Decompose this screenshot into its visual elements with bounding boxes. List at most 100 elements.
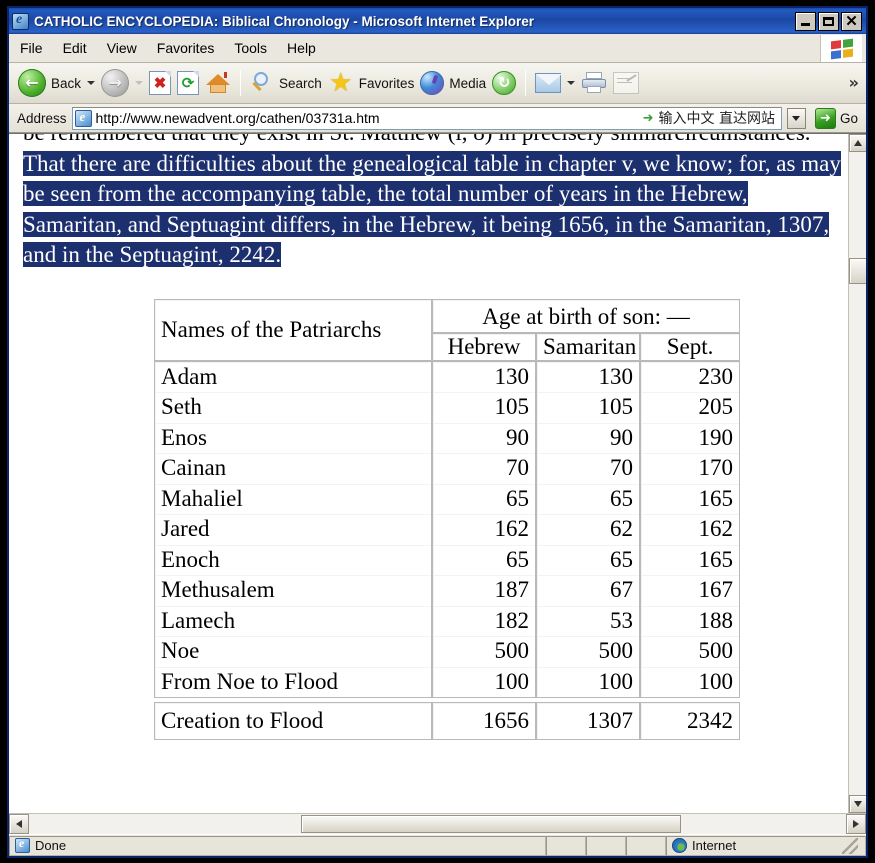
horizontal-scrollbar[interactable]	[9, 813, 866, 834]
media-icon	[420, 71, 445, 95]
cell-sept: 165	[640, 483, 741, 514]
favorites-star-icon: ★	[329, 67, 353, 97]
cell-name: From Noe to Flood	[154, 666, 432, 698]
address-input[interactable]: http://www.newadvent.org/cathen/03731a.h…	[71, 106, 782, 130]
menu-item-edit[interactable]: Edit	[54, 37, 96, 59]
maximize-button[interactable]	[818, 11, 839, 31]
navigation-toolbar: ← Back → ✖ ⟳ Search ★ Favorites Media ↻ …	[9, 63, 866, 104]
cell-hebrew: 65	[432, 544, 536, 575]
chinese-hint-text: 输入中文 直达网站	[658, 111, 775, 127]
address-url-text: http://www.newadvent.org/cathen/03731a.h…	[95, 110, 380, 126]
cell-hebrew: 90	[432, 422, 536, 453]
back-button[interactable]: ← Back	[15, 69, 84, 97]
edit-button[interactable]	[610, 72, 642, 94]
home-button[interactable]	[202, 71, 234, 95]
history-button[interactable]	[489, 71, 519, 95]
cell-sept: 167	[640, 575, 741, 606]
cell-samaritan: 130	[536, 360, 640, 392]
table-header-row-group: Names of the Patriarchs Age at birth of …	[154, 298, 741, 361]
scroll-left-button[interactable]	[9, 814, 29, 834]
triangle-up-icon	[854, 140, 862, 146]
go-button[interactable]: ➜ Go	[811, 107, 862, 129]
go-button-label: Go	[839, 110, 858, 126]
mail-button[interactable]	[532, 73, 564, 93]
header-samaritan: Samaritan	[536, 332, 640, 361]
minimize-button[interactable]	[795, 11, 816, 31]
search-icon	[250, 71, 274, 95]
cell-sept: 165	[640, 544, 741, 575]
scroll-up-button[interactable]	[849, 134, 866, 152]
back-arrow-icon: ←	[18, 69, 46, 97]
globe-icon	[672, 838, 687, 853]
chronology-table-wrapper: Names of the Patriarchs Age at birth of …	[9, 298, 848, 740]
cell-name: Mahaliel	[154, 483, 432, 514]
forward-arrow-icon: →	[101, 69, 130, 97]
toolbar-separator-2	[525, 70, 527, 96]
scroll-right-button[interactable]	[846, 814, 866, 834]
window-controls: ✕	[795, 11, 864, 31]
close-button[interactable]: ✕	[841, 11, 862, 31]
forward-dropdown-icon[interactable]	[135, 81, 144, 85]
menu-bar: File Edit View Favorites Tools Help	[9, 34, 866, 63]
cell-name: Enoch	[154, 544, 432, 575]
article-body: be remembered that they exist in St. Mat…	[9, 134, 848, 271]
menu-item-favorites[interactable]: Favorites	[148, 37, 224, 59]
windows-flag-icon	[820, 35, 862, 62]
header-names-of-patriarchs: Names of the Patriarchs	[154, 298, 432, 361]
cell-samaritan: 70	[536, 453, 640, 484]
browser-window: CATHOLIC ENCYCLOPEDIA: Biblical Chronolo…	[7, 6, 868, 858]
toolbar-overflow-button[interactable]: »	[849, 73, 859, 92]
cell-samaritan: 500	[536, 636, 640, 667]
cell-hebrew: 65	[432, 483, 536, 514]
cell-total-hebrew: 1656	[432, 702, 536, 740]
menu-item-help[interactable]: Help	[278, 37, 325, 59]
triangle-down-icon	[854, 801, 862, 807]
status-text: Done	[35, 838, 67, 853]
favorites-button[interactable]: ★ Favorites	[325, 67, 418, 97]
status-bar: Done Internet	[9, 834, 866, 856]
table-row: Mahaliel 65 65 165	[154, 483, 741, 514]
chinese-search-hint[interactable]: ➜ 输入中文 直达网站	[643, 108, 779, 128]
menu-item-file[interactable]: File	[11, 37, 52, 59]
scroll-down-button[interactable]	[849, 795, 866, 813]
cell-name: Lamech	[154, 605, 432, 636]
go-arrow-icon: ➜	[814, 107, 836, 129]
print-button[interactable]	[578, 72, 610, 94]
refresh-button[interactable]: ⟳	[174, 71, 202, 95]
table-row: Cainan 70 70 170	[154, 453, 741, 484]
vertical-scroll-track[interactable]	[849, 152, 866, 795]
page-content[interactable]: be remembered that they exist in St. Mat…	[9, 134, 848, 813]
media-button[interactable]: Media	[417, 71, 489, 95]
table-row: From Noe to Flood 100 100 100	[154, 666, 741, 698]
cell-hebrew: 105	[432, 392, 536, 423]
ie-logo-icon	[12, 12, 29, 30]
mail-dropdown-icon[interactable]	[567, 81, 576, 85]
refresh-icon: ⟳	[177, 71, 200, 95]
cell-sept: 170	[640, 453, 741, 484]
vertical-scrollbar[interactable]	[848, 134, 866, 813]
security-zone-pane[interactable]: Internet	[666, 835, 866, 856]
cell-sept: 190	[640, 422, 741, 453]
search-button[interactable]: Search	[247, 71, 325, 95]
menu-item-view[interactable]: View	[98, 37, 146, 59]
cell-name: Noe	[154, 636, 432, 667]
cell-name: Jared	[154, 514, 432, 545]
stop-button[interactable]: ✖	[146, 71, 174, 95]
cell-samaritan: 65	[536, 483, 640, 514]
menu-item-tools[interactable]: Tools	[225, 37, 276, 59]
cell-sept: 162	[640, 514, 741, 545]
search-button-label: Search	[279, 75, 322, 91]
cell-total-samaritan: 1307	[536, 702, 640, 740]
status-pane-2	[586, 835, 626, 856]
forward-button[interactable]: →	[98, 69, 132, 97]
horizontal-scroll-thumb[interactable]	[301, 815, 681, 833]
resize-grip-icon[interactable]	[842, 837, 858, 854]
cell-hebrew: 162	[432, 514, 536, 545]
cell-samaritan: 53	[536, 605, 640, 636]
security-zone-text: Internet	[692, 838, 737, 853]
address-dropdown-button[interactable]	[786, 107, 806, 129]
vertical-scroll-thumb[interactable]	[849, 258, 866, 284]
address-label: Address	[17, 110, 67, 126]
back-dropdown-icon[interactable]	[87, 81, 96, 85]
biblical-chronology-table: Names of the Patriarchs Age at birth of …	[154, 298, 741, 740]
